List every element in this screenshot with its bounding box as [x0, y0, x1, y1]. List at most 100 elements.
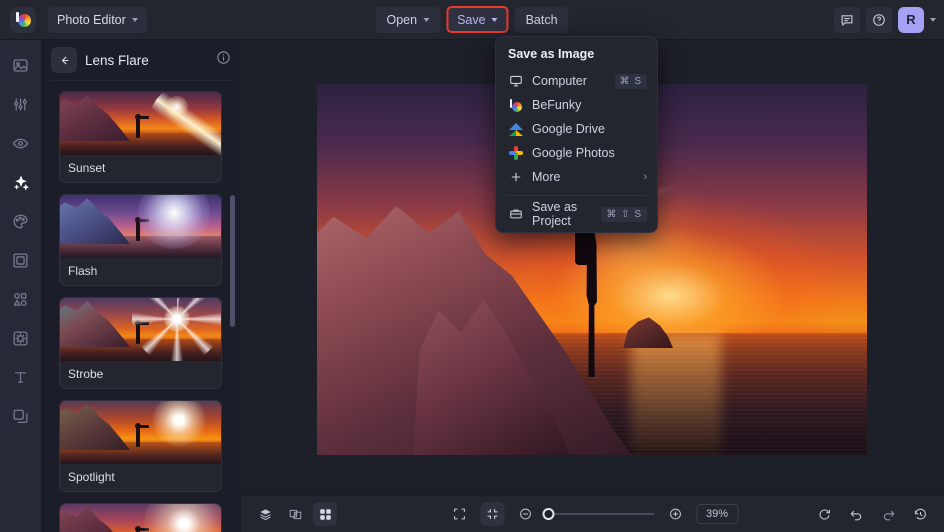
- panel-title: Lens Flare: [85, 52, 149, 68]
- list-item[interactable]: [59, 503, 222, 532]
- logo-stem: [16, 11, 19, 22]
- chevron-down-icon[interactable]: [930, 17, 936, 22]
- zoom-level-value[interactable]: 39%: [696, 504, 738, 524]
- bottom-right-tools: [812, 502, 932, 526]
- google-drive-icon: [508, 122, 523, 136]
- shrink-icon[interactable]: [480, 502, 504, 526]
- chevron-down-icon: [423, 17, 430, 22]
- thumb-flare-core: [144, 504, 221, 532]
- thumb-figure: [135, 114, 149, 138]
- menu-item-label: Save as Project: [532, 200, 578, 228]
- app-root: Photo Editor Open Save Batch R Lens Flar…: [0, 0, 944, 532]
- workspace-label: Photo Editor: [57, 12, 126, 27]
- preset-thumbnail: [60, 195, 221, 258]
- save-label: Save: [457, 12, 486, 27]
- sidebar-item-frames[interactable]: [7, 247, 34, 274]
- menu-item-label: Google Drive: [532, 122, 605, 136]
- menu-item-befunky[interactable]: BeFunky: [496, 93, 657, 117]
- sidebar-item-effects[interactable]: [7, 169, 34, 196]
- menu-item-label: More: [532, 170, 561, 184]
- menu-item-label: Computer: [532, 74, 587, 88]
- google-photos-icon: [508, 146, 523, 160]
- menu-item-more[interactable]: More ›: [496, 165, 657, 189]
- left-tool-rail: [0, 40, 41, 532]
- effects-panel: Lens Flare Sunset Flash Strobe Spotlight: [41, 40, 241, 532]
- preset-label: Flash: [68, 264, 98, 278]
- sidebar-item-text[interactable]: [7, 364, 34, 391]
- batch-label: Batch: [525, 12, 558, 27]
- preset-label: Strobe: [68, 367, 104, 381]
- compare-icon[interactable]: [283, 502, 307, 526]
- sidebar-item-graphics[interactable]: [7, 286, 34, 313]
- befunky-icon: [508, 98, 523, 112]
- layers-icon[interactable]: [253, 502, 277, 526]
- minus-circle-icon[interactable]: [513, 502, 537, 526]
- menu-item-google-drive[interactable]: Google Drive: [496, 117, 657, 141]
- redo-icon[interactable]: [876, 502, 900, 526]
- preset-thumbnail: [60, 504, 221, 532]
- fit-screen-icon[interactable]: [447, 502, 471, 526]
- sidebar-item-artsy[interactable]: [7, 208, 34, 235]
- thumb-flare-core: [166, 96, 188, 118]
- logo-ring: [18, 14, 31, 27]
- preset-label: Spotlight: [68, 470, 115, 484]
- open-label: Open: [386, 12, 418, 27]
- chevron-right-icon: ›: [643, 171, 647, 183]
- menu-item-google-photos[interactable]: Google Photos: [496, 141, 657, 165]
- monitor-icon: [508, 74, 523, 88]
- zoom-controls: 39%: [447, 502, 738, 526]
- history-icon[interactable]: [908, 502, 932, 526]
- bottom-toolbar: 39%: [241, 495, 944, 532]
- menu-divider: [506, 195, 647, 196]
- avatar[interactable]: R: [898, 6, 924, 33]
- briefcase-icon: [508, 207, 523, 221]
- center-toolbar: Open Save Batch: [375, 6, 569, 33]
- chevron-down-icon: [131, 17, 138, 22]
- sidebar-item-edit[interactable]: [7, 91, 34, 118]
- sidebar-item-image[interactable]: [7, 52, 34, 79]
- question-circle-icon[interactable]: [866, 6, 892, 33]
- top-toolbar: Photo Editor Open Save Batch R: [0, 0, 944, 40]
- befunky-logo-icon[interactable]: [10, 6, 36, 33]
- rotate-icon[interactable]: [812, 502, 836, 526]
- sidebar-item-touch-up[interactable]: [7, 130, 34, 157]
- sidebar-item-textures[interactable]: [7, 325, 34, 352]
- menu-item-label: BeFunky: [532, 98, 582, 112]
- menu-item-computer[interactable]: Computer ⌘ S: [496, 69, 657, 93]
- list-item[interactable]: Strobe: [59, 297, 222, 389]
- menu-item-label: Google Photos: [532, 146, 615, 160]
- shortcut-badge: ⌘ S: [614, 73, 647, 89]
- grid-icon[interactable]: [313, 502, 337, 526]
- workspace-switcher[interactable]: Photo Editor: [48, 6, 147, 33]
- open-button[interactable]: Open: [375, 6, 441, 33]
- list-item[interactable]: Spotlight: [59, 400, 222, 492]
- thumb-figure: [135, 423, 149, 447]
- zoom-slider[interactable]: [542, 508, 654, 520]
- info-circle-icon[interactable]: [216, 50, 231, 70]
- save-dropdown-menu: Save as Image Computer ⌘ S BeFunky Googl…: [495, 36, 658, 233]
- chat-icon[interactable]: [834, 6, 860, 33]
- chevron-down-icon: [491, 17, 498, 22]
- bottom-left-tools: [253, 502, 337, 526]
- undo-icon[interactable]: [844, 502, 868, 526]
- sidebar-item-layers[interactable]: [7, 403, 34, 430]
- list-item[interactable]: Flash: [59, 194, 222, 286]
- batch-button[interactable]: Batch: [514, 6, 569, 33]
- arrow-left-icon[interactable]: [51, 47, 77, 73]
- panel-header: Lens Flare: [41, 40, 241, 80]
- menu-item-save-as-project[interactable]: Save as Project ⌘ ⇧ S: [496, 200, 657, 228]
- list-item[interactable]: Sunset: [59, 91, 222, 183]
- preset-thumbnail: [60, 92, 221, 155]
- menu-title: Save as Image: [508, 47, 595, 61]
- zoom-slider-handle[interactable]: [542, 508, 554, 520]
- preset-thumbnail: [60, 298, 221, 361]
- photo-sun-reflection: [630, 332, 721, 455]
- thumb-flare-core: [164, 306, 190, 332]
- plus-circle-icon[interactable]: [663, 502, 687, 526]
- preset-list[interactable]: Sunset Flash Strobe Spotlight: [41, 81, 241, 532]
- save-button[interactable]: Save: [446, 6, 509, 33]
- top-right-actions: R: [834, 6, 936, 33]
- preset-label: Sunset: [68, 161, 106, 175]
- preset-thumbnail: [60, 401, 221, 464]
- preset-list-scrollbar[interactable]: [230, 195, 235, 327]
